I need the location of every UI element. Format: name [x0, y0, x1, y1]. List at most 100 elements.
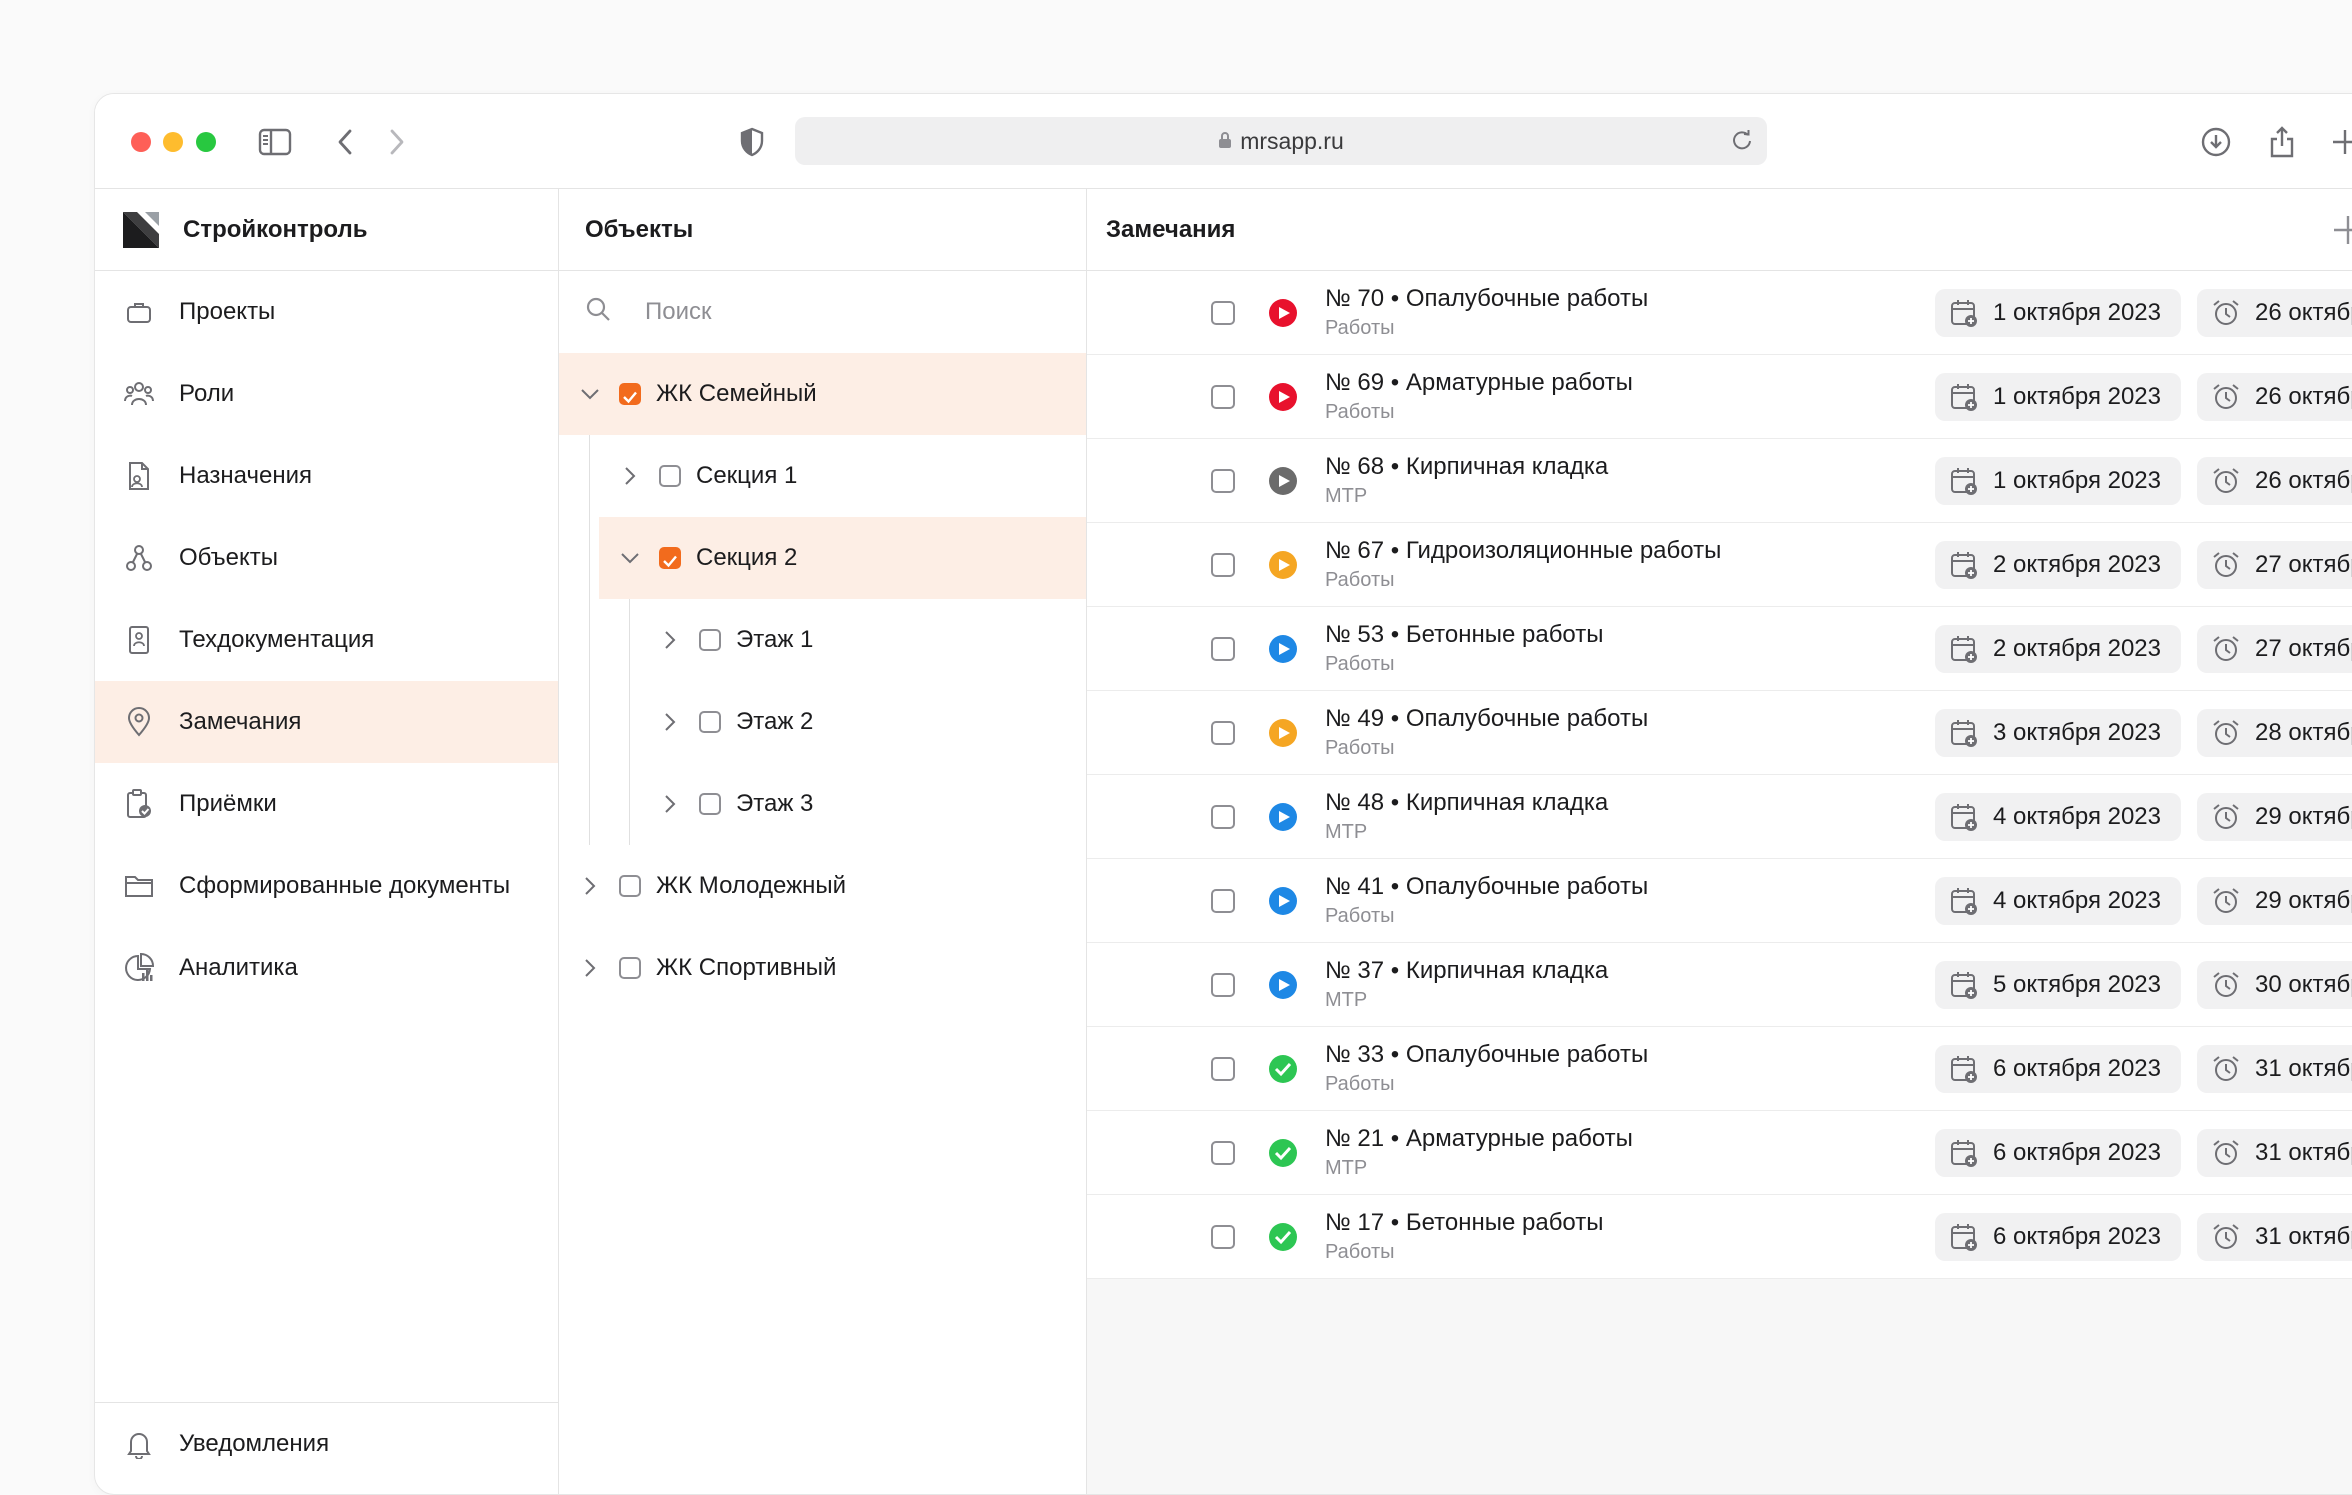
zoom-window-button[interactable]	[196, 132, 216, 152]
deadline-chip[interactable]: 31 октября 2023	[2197, 1129, 2352, 1177]
chevron-right-icon[interactable]	[659, 629, 681, 651]
remark-checkbox[interactable]	[1211, 1057, 1235, 1081]
close-window-button[interactable]	[131, 132, 151, 152]
sidebar-toggle-icon[interactable]	[255, 122, 295, 162]
remark-row[interactable]: № 21 • Арматурные работы МТР 6 октября 202…	[1087, 1111, 2352, 1195]
remark-row[interactable]: № 70 • Опалубочные работы Работы 1 октября…	[1087, 271, 2352, 355]
remark-row[interactable]: № 37 • Кирпичная кладка МТР 5 октября 2023…	[1087, 943, 2352, 1027]
deadline-chip[interactable]: 26 октября 2023	[2197, 289, 2352, 337]
deadline-chip[interactable]: 31 октября 2023	[2197, 1045, 2352, 1093]
downloads-icon[interactable]	[2196, 122, 2236, 162]
back-icon[interactable]	[325, 122, 365, 162]
remark-checkbox[interactable]	[1211, 301, 1235, 325]
chevron-right-icon[interactable]	[659, 711, 681, 733]
deadline-chip[interactable]: 27 октября 2023	[2197, 541, 2352, 589]
created-date: 6 октября 2023	[1993, 1055, 2161, 1082]
remark-checkbox[interactable]	[1211, 1225, 1235, 1249]
tree-node[interactable]: ЖК Спортивный	[559, 927, 1086, 1009]
tree-checkbox[interactable]	[659, 547, 681, 569]
address-bar[interactable]: mrsapp.ru	[795, 117, 1767, 165]
share-icon[interactable]	[2262, 122, 2302, 162]
tree-checkbox[interactable]	[619, 383, 641, 405]
nav-item-projects[interactable]: Проекты	[95, 271, 558, 353]
remark-checkbox[interactable]	[1211, 553, 1235, 577]
reload-icon[interactable]	[1731, 129, 1753, 157]
deadline-chip[interactable]: 29 октября 2023	[2197, 793, 2352, 841]
tree-node[interactable]: ЖК Молодежный	[559, 845, 1086, 927]
deadline-chip[interactable]: 28 октября 2023	[2197, 709, 2352, 757]
remark-row[interactable]: № 41 • Опалубочные работы Работы 4 октября…	[1087, 859, 2352, 943]
tree-node[interactable]: Этаж 3	[559, 763, 1086, 845]
remark-row[interactable]: № 68 • Кирпичная кладка МТР 1 октября 2023…	[1087, 439, 2352, 523]
tree-node[interactable]: Секция 2	[559, 517, 1086, 599]
remark-row[interactable]: № 53 • Бетонные работы Работы 2 октября 20…	[1087, 607, 2352, 691]
nav-item-assignments[interactable]: Назначения	[95, 435, 558, 517]
deadline-chip[interactable]: 29 октября 2023	[2197, 877, 2352, 925]
chevron-right-icon[interactable]	[579, 957, 601, 979]
remark-checkbox[interactable]	[1211, 889, 1235, 913]
remark-checkbox[interactable]	[1211, 637, 1235, 661]
tree-node[interactable]: Этаж 1	[559, 599, 1086, 681]
created-date-chip[interactable]: 5 октября 2023	[1935, 961, 2181, 1009]
add-remark-button[interactable]	[2330, 212, 2352, 248]
remark-row[interactable]: № 48 • Кирпичная кладка МТР 4 октября 2023…	[1087, 775, 2352, 859]
chevron-right-icon[interactable]	[659, 793, 681, 815]
created-date-chip[interactable]: 6 октября 2023	[1935, 1129, 2181, 1177]
created-date-chip[interactable]: 1 октября 2023	[1935, 289, 2181, 337]
created-date-chip[interactable]: 1 октября 2023	[1935, 373, 2181, 421]
created-date-chip[interactable]: 4 октября 2023	[1935, 793, 2181, 841]
deadline-chip[interactable]: 26 октября 2023	[2197, 457, 2352, 505]
remark-checkbox[interactable]	[1211, 469, 1235, 493]
remark-row[interactable]: № 49 • Опалубочные работы Работы 3 октября…	[1087, 691, 2352, 775]
remark-row[interactable]: № 69 • Арматурные работы Работы 1 октября …	[1087, 355, 2352, 439]
created-date-chip[interactable]: 4 октября 2023	[1935, 877, 2181, 925]
tree-node[interactable]: ЖК Семейный	[559, 353, 1086, 435]
location-pin-icon	[123, 706, 155, 738]
created-date-chip[interactable]: 6 октября 2023	[1935, 1213, 2181, 1261]
tree-checkbox[interactable]	[619, 875, 641, 897]
tree-checkbox[interactable]	[619, 957, 641, 979]
tree-checkbox[interactable]	[699, 711, 721, 733]
tree-node[interactable]: Секция 1	[559, 435, 1086, 517]
chevron-right-icon[interactable]	[579, 875, 601, 897]
tree-checkbox[interactable]	[699, 629, 721, 651]
created-date-chip[interactable]: 2 октября 2023	[1935, 625, 2181, 673]
nav-item-objects[interactable]: Объекты	[95, 517, 558, 599]
deadline-chip[interactable]: 31 октября 2023	[2197, 1213, 2352, 1261]
remark-checkbox[interactable]	[1211, 805, 1235, 829]
nav-item-notifications[interactable]: Уведомления	[95, 1403, 558, 1485]
remark-row[interactable]: № 33 • Опалубочные работы Работы 6 октября…	[1087, 1027, 2352, 1111]
chevron-down-icon[interactable]	[619, 547, 641, 569]
created-date-chip[interactable]: 1 октября 2023	[1935, 457, 2181, 505]
created-date-chip[interactable]: 6 октября 2023	[1935, 1045, 2181, 1093]
remark-checkbox[interactable]	[1211, 385, 1235, 409]
nav-item-techdoc[interactable]: Техдокументация	[95, 599, 558, 681]
new-tab-icon[interactable]	[2325, 122, 2352, 162]
remark-row[interactable]: № 67 • Гидроизоляционные работы Работы 2 о…	[1087, 523, 2352, 607]
nav-item-roles[interactable]: Роли	[95, 353, 558, 435]
objects-search[interactable]: Поиск	[559, 271, 1086, 353]
nav-item-analytics[interactable]: Аналитика	[95, 927, 558, 1009]
chevron-down-icon[interactable]	[579, 383, 601, 405]
nav-item-generated-docs[interactable]: Сформированные документы	[95, 845, 558, 927]
chevron-right-icon[interactable]	[619, 465, 641, 487]
tree-checkbox[interactable]	[699, 793, 721, 815]
created-date-chip[interactable]: 2 октября 2023	[1935, 541, 2181, 589]
remark-checkbox[interactable]	[1211, 973, 1235, 997]
nav-item-label: Назначения	[179, 462, 312, 489]
tree-checkbox[interactable]	[659, 465, 681, 487]
deadline-chip[interactable]: 26 октября 2023	[2197, 373, 2352, 421]
nav-item-acceptances[interactable]: Приёмки	[95, 763, 558, 845]
created-date-chip[interactable]: 3 октября 2023	[1935, 709, 2181, 757]
tree-node[interactable]: Этаж 2	[559, 681, 1086, 763]
remark-checkbox[interactable]	[1211, 1141, 1235, 1165]
minimize-window-button[interactable]	[163, 132, 183, 152]
deadline-chip[interactable]: 30 октября 2023	[2197, 961, 2352, 1009]
created-date: 1 октября 2023	[1993, 467, 2161, 494]
remark-checkbox[interactable]	[1211, 721, 1235, 745]
deadline-chip[interactable]: 27 октября 2023	[2197, 625, 2352, 673]
nav-item-remarks[interactable]: Замечания	[95, 681, 558, 763]
privacy-shield-icon[interactable]	[732, 122, 772, 162]
forward-icon[interactable]	[377, 122, 417, 162]
remark-row[interactable]: № 17 • Бетонные работы Работы 6 октября 20…	[1087, 1195, 2352, 1279]
